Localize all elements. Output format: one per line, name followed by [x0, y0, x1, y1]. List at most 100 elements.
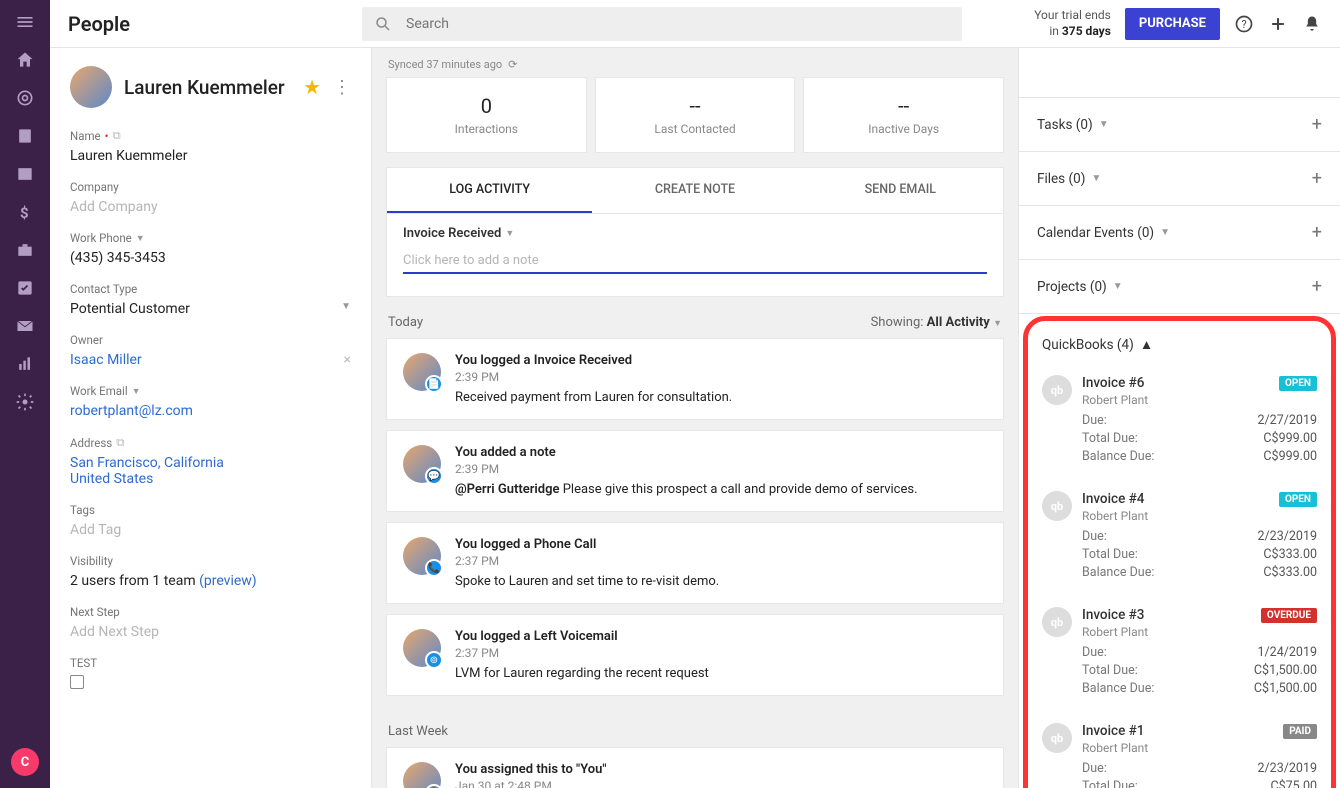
visibility-preview-link[interactable]: (preview): [199, 573, 257, 589]
quickbooks-icon: qb: [1042, 607, 1072, 637]
work-email-value[interactable]: robertplant@lz.com: [70, 403, 351, 419]
work-phone-label: Work Phone: [70, 231, 132, 245]
activity-item[interactable]: 💬 You added a note2:39 PM@Perri Gutterid…: [386, 430, 1004, 512]
quickbooks-invoice[interactable]: qb Invoice #4OPEN Robert Plant Due:2/23/…: [1036, 481, 1323, 597]
company-field[interactable]: Add Company: [70, 199, 351, 215]
stat-inactive-days: --Inactive Days: [803, 77, 1004, 153]
page-title: People: [68, 12, 348, 36]
phone-icon: 📞: [425, 559, 443, 577]
tasks-icon[interactable]: [15, 278, 35, 298]
plus-icon[interactable]: +: [1312, 276, 1322, 297]
today-heading: Today: [388, 315, 423, 330]
more-icon[interactable]: ⋮: [333, 77, 351, 98]
chevron-down-icon: ▼: [505, 228, 514, 239]
copy-icon[interactable]: ⧉: [113, 128, 121, 143]
status-badge: OPEN: [1279, 492, 1317, 507]
tab-send-email[interactable]: SEND EMAIL: [798, 168, 1003, 213]
accordion-tasks[interactable]: Tasks (0)▼+: [1019, 98, 1340, 152]
accordion-quickbooks[interactable]: QuickBooks (4)▲: [1036, 325, 1323, 365]
plus-icon[interactable]: +: [1312, 114, 1322, 135]
quickbooks-invoice[interactable]: qb Invoice #1PAID Robert Plant Due:2/23/…: [1036, 713, 1323, 788]
email-icon[interactable]: [15, 316, 35, 336]
dollar-icon[interactable]: $: [15, 202, 35, 222]
voicemail-icon: ⊚: [425, 651, 443, 669]
quickbooks-invoice[interactable]: qb Invoice #3OVERDUE Robert Plant Due:1/…: [1036, 597, 1323, 713]
reports-icon[interactable]: [15, 354, 35, 374]
activity-filter[interactable]: Showing: All Activity ▼: [871, 315, 1002, 330]
activity-avatar: 💬: [403, 445, 441, 483]
help-icon[interactable]: ?: [1234, 14, 1254, 34]
activity-item[interactable]: 📞 You logged a Phone Call2:37 PMSpoke to…: [386, 522, 1004, 604]
companies-icon[interactable]: [15, 164, 35, 184]
activity-item[interactable]: 📄 You logged a Invoice Received2:39 PMRe…: [386, 338, 1004, 420]
activity-avatar: 📄: [403, 353, 441, 391]
stat-interactions: 0Interactions: [386, 77, 587, 153]
test-checkbox[interactable]: [70, 675, 84, 689]
menu-icon[interactable]: [15, 12, 35, 32]
quickbooks-icon: qb: [1042, 375, 1072, 405]
person-name: Lauren Kuemmeler: [124, 76, 291, 99]
svg-text:$: $: [20, 204, 29, 222]
log-type-selector[interactable]: Invoice Received ▼: [403, 226, 987, 241]
copy-icon[interactable]: ⧉: [116, 435, 124, 450]
activity-item[interactable]: ⊚ You logged a Left Voicemail2:37 PMLVM …: [386, 614, 1004, 696]
contact-type-value[interactable]: Potential Customer▼: [70, 301, 351, 317]
sync-status: Synced 37 minutes ago ⟳: [372, 48, 1018, 77]
tab-log-activity[interactable]: LOG ACTIVITY: [387, 168, 592, 213]
quickbooks-icon: qb: [1042, 491, 1072, 521]
user-icon: 👤: [425, 784, 443, 788]
work-phone-value[interactable]: (435) 345-3453: [70, 250, 351, 266]
address-line1[interactable]: San Francisco, California: [70, 455, 351, 471]
activity-avatar: 👤: [403, 762, 441, 788]
company-label: Company: [70, 180, 351, 194]
add-icon[interactable]: [1268, 14, 1288, 34]
name-value[interactable]: Lauren Kuemmeler: [70, 148, 351, 164]
detail-panel: Lauren Kuemmeler ★ ⋮ Name •⧉ Lauren Kuem…: [50, 48, 372, 788]
tab-create-note[interactable]: CREATE NOTE: [592, 168, 797, 213]
address-line2[interactable]: United States: [70, 471, 351, 487]
chevron-down-icon[interactable]: ▼: [136, 233, 145, 244]
visibility-label: Visibility: [70, 554, 351, 568]
next-step-field[interactable]: Add Next Step: [70, 624, 351, 640]
chevron-down-icon: ▼: [341, 301, 351, 317]
chevron-down-icon: ▼: [1113, 281, 1123, 292]
target-icon[interactable]: [15, 88, 35, 108]
search-box[interactable]: [362, 7, 962, 41]
purchase-button[interactable]: PURCHASE: [1125, 8, 1220, 40]
sidebar: $ C: [0, 0, 50, 788]
accordion-calendar[interactable]: Calendar Events (0)▼+: [1019, 206, 1340, 260]
trial-status: Your trial ends in 375 days: [1034, 8, 1111, 39]
bell-icon[interactable]: [1302, 14, 1322, 34]
clear-icon[interactable]: ×: [344, 352, 351, 368]
home-icon[interactable]: [15, 50, 35, 70]
chevron-down-icon: ▼: [1099, 119, 1109, 130]
accordion-projects[interactable]: Projects (0)▼+: [1019, 260, 1340, 314]
refresh-icon[interactable]: ⟳: [508, 58, 517, 71]
star-icon[interactable]: ★: [303, 75, 321, 99]
document-icon: 📄: [425, 375, 443, 393]
search-input[interactable]: [406, 16, 950, 32]
quickbooks-section-highlight: QuickBooks (4)▲ qb Invoice #6OPEN Robert…: [1023, 316, 1336, 788]
note-icon: 💬: [425, 467, 443, 485]
plus-icon[interactable]: +: [1312, 222, 1322, 243]
contact-type-label: Contact Type: [70, 282, 351, 296]
plus-icon[interactable]: +: [1312, 168, 1322, 189]
owner-label: Owner: [70, 333, 351, 347]
tags-field[interactable]: Add Tag: [70, 522, 351, 538]
accordion-files[interactable]: Files (0)▼+: [1019, 152, 1340, 206]
activity-item[interactable]: 👤 You assigned this to "You"Jan 30 at 2:…: [386, 747, 1004, 788]
note-input[interactable]: Click here to add a note: [403, 249, 987, 274]
quickbooks-icon: qb: [1042, 723, 1072, 753]
contacts-icon[interactable]: [15, 126, 35, 146]
right-panel: Tasks (0)▼+ Files (0)▼+ Calendar Events …: [1018, 48, 1340, 788]
tags-label: Tags: [70, 503, 351, 517]
chevron-down-icon[interactable]: ▼: [132, 386, 141, 397]
topbar: People Your trial ends in 375 days PURCH…: [50, 0, 1340, 48]
app-logo[interactable]: C: [11, 748, 39, 776]
settings-icon[interactable]: [15, 392, 35, 412]
quickbooks-invoice[interactable]: qb Invoice #6OPEN Robert Plant Due:2/27/…: [1036, 365, 1323, 481]
activity-panel: Synced 37 minutes ago ⟳ 0Interactions --…: [372, 48, 1018, 788]
address-label: Address: [70, 436, 112, 450]
owner-value[interactable]: Isaac Miller×: [70, 352, 351, 368]
briefcase-icon[interactable]: [15, 240, 35, 260]
